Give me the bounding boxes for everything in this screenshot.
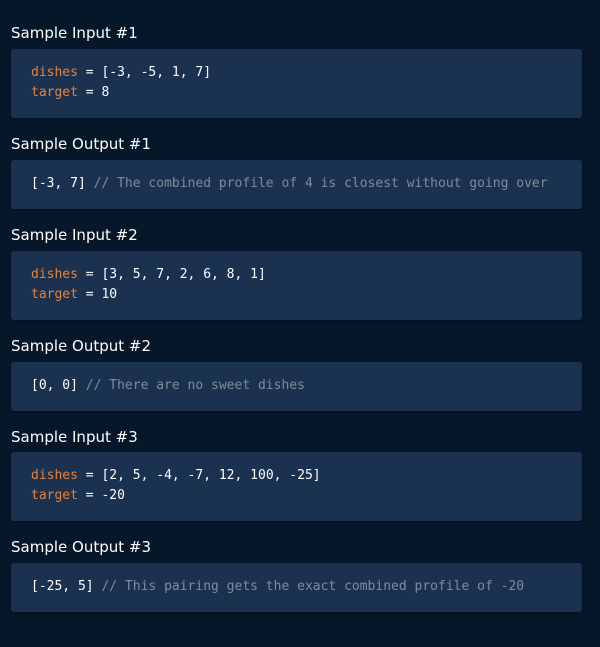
assign-operator: = [77,287,102,302]
variable-name: target [31,85,78,100]
sample-input-2-code: dishes = [3, 5, 7, 2, 6, 8, 1] target = … [11,251,582,320]
variable-name: dishes [31,468,78,483]
sample-cases-page: Sample Input #1 dishes = [-3, -5, 1, 7] … [0,0,600,647]
output-comment: // The combined profile of 4 is closest … [85,176,548,191]
variable-value: [-3, -5, 1, 7] [101,65,212,80]
variable-name: dishes [31,65,78,80]
dishes-line: dishes = [2, 5, -4, -7, 12, 100, -25] [31,466,562,486]
sample-input-1-heading: Sample Input #1 [11,24,138,42]
variable-name: target [31,287,78,302]
sample-input-3-heading: Sample Input #3 [11,428,138,446]
dishes-line: dishes = [3, 5, 7, 2, 6, 8, 1] [31,265,562,285]
assign-operator: = [77,468,102,483]
sample-output-3-heading: Sample Output #3 [11,538,151,556]
variable-value: -20 [101,488,125,503]
output-line: [-25, 5] // This pairing gets the exact … [31,577,562,597]
variable-name: dishes [31,267,78,282]
target-line: target = 10 [31,285,562,305]
assign-operator: = [77,85,102,100]
target-line: target = -20 [31,486,562,506]
assign-operator: = [77,488,102,503]
output-value: [-25, 5] [31,579,94,594]
dishes-line: dishes = [-3, -5, 1, 7] [31,63,562,83]
sample-input-2-heading: Sample Input #2 [11,226,138,244]
variable-name: target [31,488,78,503]
output-line: [0, 0] // There are no sweet dishes [31,376,562,396]
output-comment: // This pairing gets the exact combined … [93,579,525,594]
sample-output-1-code: [-3, 7] // The combined profile of 4 is … [11,160,582,209]
output-comment: // There are no sweet dishes [77,378,305,393]
variable-value: 10 [101,287,118,302]
sample-output-3-code: [-25, 5] // This pairing gets the exact … [11,563,582,612]
sample-input-1-code: dishes = [-3, -5, 1, 7] target = 8 [11,49,582,118]
output-value: [0, 0] [31,378,78,393]
sample-output-2-heading: Sample Output #2 [11,337,151,355]
output-value: [-3, 7] [31,176,86,191]
assign-operator: = [77,267,102,282]
target-line: target = 8 [31,83,562,103]
sample-output-2-code: [0, 0] // There are no sweet dishes [11,362,582,411]
assign-operator: = [77,65,102,80]
variable-value: [3, 5, 7, 2, 6, 8, 1] [101,267,266,282]
variable-value: 8 [101,85,110,100]
variable-value: [2, 5, -4, -7, 12, 100, -25] [101,468,321,483]
sample-input-3-code: dishes = [2, 5, -4, -7, 12, 100, -25] ta… [11,452,582,521]
sample-output-1-heading: Sample Output #1 [11,135,151,153]
output-line: [-3, 7] // The combined profile of 4 is … [31,174,562,194]
